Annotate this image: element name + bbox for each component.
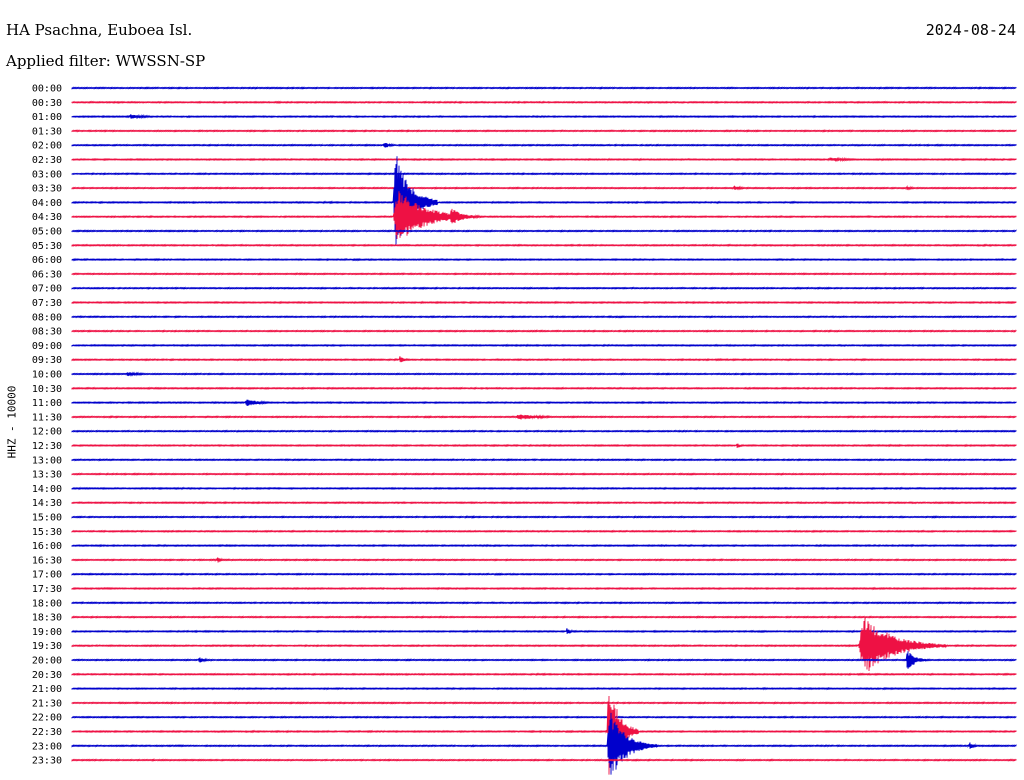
time-tick-label: 13:30 [32,470,62,481]
trace-row-1100 [71,399,1017,406]
time-tick-label: 07:30 [32,298,62,309]
trace-row-1500 [71,515,1017,519]
time-tick-label: 15:30 [32,527,62,538]
trace-lines [71,86,1017,775]
trace-row-2300 [71,712,1017,775]
trace-row-0130 [71,129,1017,133]
time-tick-label: 19:00 [32,627,62,638]
trace-row-0600 [71,257,1017,262]
trace-row-0530 [71,243,1017,248]
time-tick-label: 08:00 [32,312,62,323]
trace-row-0230 [71,156,1017,163]
time-tick-label: 11:30 [32,412,62,423]
time-tick-label: 16:30 [32,555,62,566]
time-tick-label: 23:30 [32,756,62,767]
trace-row-2130 [71,701,1017,705]
trace-row-2230 [71,695,1017,775]
time-tick-label: 00:30 [32,98,62,109]
time-tick-labels: 00:00 00:30 01:00 01:30 02:00 02:30 03:00 03:30… [32,84,62,767]
time-tick-label: 16:00 [32,541,62,552]
time-tick-label: 01:30 [32,126,62,137]
trace-row-0030 [71,100,1017,105]
time-tick-label: 03:30 [32,184,62,195]
trace-row-0800 [71,314,1017,319]
trace-row-2100 [71,686,1017,691]
trace-row-0930 [71,356,1017,363]
time-tick-label: 03:00 [32,169,62,180]
time-tick-label: 22:30 [32,727,62,738]
time-tick-label: 07:00 [32,284,62,295]
time-tick-label: 18:00 [32,598,62,609]
time-tick-label: 23:00 [32,741,62,752]
time-tick-label: 05:00 [32,227,62,238]
time-tick-label: 08:30 [32,327,62,338]
time-tick-label: 02:30 [32,155,62,166]
trace-row-1330 [71,472,1017,476]
time-tick-label: 05:30 [32,241,62,252]
trace-row-1400 [71,486,1017,491]
trace-row-1200 [71,429,1017,434]
time-tick-label: 18:30 [32,613,62,624]
trace-row-1530 [71,529,1017,534]
time-tick-label: 14:30 [32,498,62,509]
time-tick-label: 19:30 [32,641,62,652]
time-tick-label: 17:30 [32,584,62,595]
time-tick-label: 20:00 [32,656,62,667]
trace-row-1930 [71,617,1017,672]
trace-row-1130 [71,414,1017,420]
time-tick-label: 09:30 [32,355,62,366]
trace-row-2030 [71,672,1017,677]
time-tick-label: 04:00 [32,198,62,209]
time-tick-label: 21:30 [32,698,62,709]
trace-row-0100 [71,113,1017,120]
trace-row-0330 [71,185,1017,191]
time-tick-label: 12:00 [32,427,62,438]
time-tick-label: 17:00 [32,570,62,581]
trace-row-0500 [71,229,1017,233]
trace-row-0200 [71,142,1017,148]
trace-row-1830 [71,615,1017,619]
time-tick-label: 15:00 [32,513,62,524]
trace-row-0900 [71,343,1017,348]
trace-row-0630 [71,272,1017,276]
trace-row-0000 [71,86,1017,90]
time-tick-label: 12:30 [32,441,62,452]
trace-row-1300 [71,457,1017,462]
time-tick-label: 00:00 [32,84,62,95]
time-tick-label: 22:00 [32,713,62,724]
trace-row-1800 [71,600,1017,605]
trace-row-1430 [71,500,1017,505]
time-tick-label: 06:00 [32,255,62,266]
time-tick-label: 21:00 [32,684,62,695]
trace-row-1700 [71,572,1017,577]
trace-row-1000 [71,371,1017,377]
time-tick-label: 11:00 [32,398,62,409]
time-tick-label: 04:30 [32,212,62,223]
trace-row-0730 [71,300,1017,305]
time-tick-label: 10:30 [32,384,62,395]
helicorder-plot: 00:00 00:30 01:00 01:30 02:00 02:30 03:00 03:30… [32,84,1017,775]
time-tick-label: 10:00 [32,370,62,381]
time-tick-label: 01:00 [32,112,62,123]
trace-row-2200 [71,715,1017,719]
time-tick-label: 14:00 [32,484,62,495]
time-tick-label: 20:30 [32,670,62,681]
trace-row-1730 [71,586,1017,591]
trace-row-0700 [71,286,1017,291]
trace-row-1630 [71,557,1017,563]
time-tick-label: 06:30 [32,269,62,280]
trace-row-1030 [71,386,1017,391]
time-tick-label: 02:00 [32,141,62,152]
trace-row-1600 [71,543,1017,548]
trace-row-1230 [71,443,1017,448]
time-tick-label: 09:00 [32,341,62,352]
trace-row-0830 [71,329,1017,333]
trace-row-2330 [71,758,1017,762]
time-tick-label: 13:00 [32,455,62,466]
trace-row-0300 [71,171,1017,176]
